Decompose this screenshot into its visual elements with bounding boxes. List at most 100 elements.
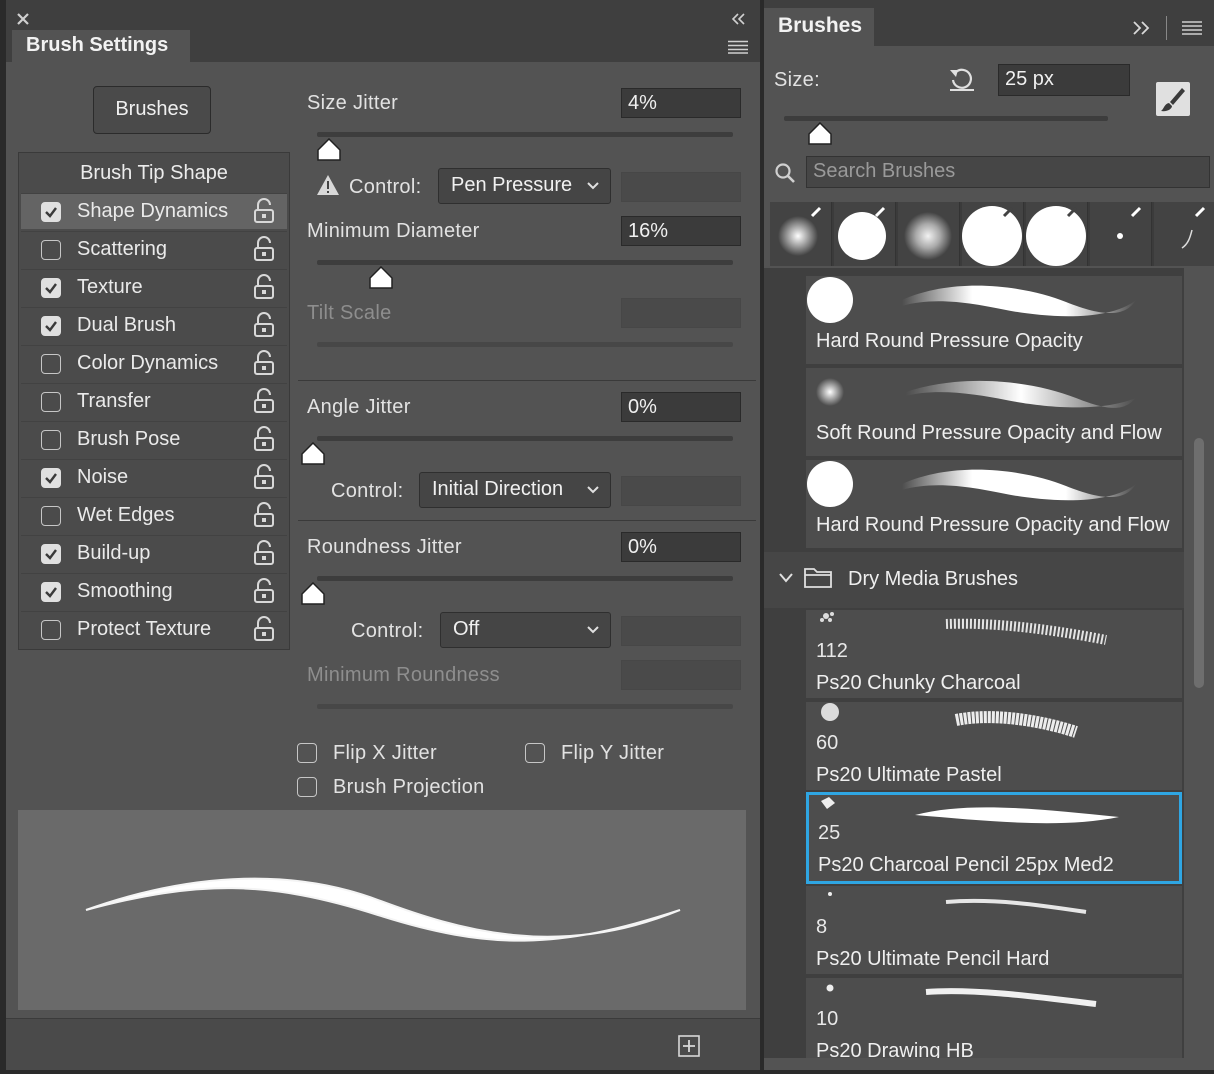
recent-brush-tip[interactable] (1090, 202, 1152, 266)
brush-list-scrollbar[interactable] (1188, 268, 1210, 1058)
brush-option-row[interactable]: Shape Dynamics (21, 193, 287, 229)
roundness-jitter-input[interactable]: 0% (621, 532, 741, 562)
brush-size: 112 (816, 640, 848, 662)
brush-item[interactable]: Hard Round Pressure Opacity and Flow (806, 460, 1182, 548)
brush-projection-checkbox[interactable] (297, 777, 317, 797)
brush-option-row[interactable]: Smoothing (21, 573, 287, 609)
divider (298, 520, 756, 521)
brush-item[interactable]: Soft Round Pressure Opacity and Flow (806, 368, 1182, 456)
option-checkbox[interactable] (41, 468, 61, 488)
brush-option-row[interactable]: Texture (21, 269, 287, 305)
lock-icon[interactable] (253, 502, 275, 528)
search-input[interactable]: Search Brushes (806, 156, 1210, 188)
brush-item[interactable]: 112 Ps20 Chunky Charcoal (806, 610, 1182, 698)
brush-option-row[interactable]: Transfer (21, 383, 287, 419)
expand-icon[interactable] (1132, 20, 1152, 36)
flip-y-checkbox[interactable] (525, 743, 545, 763)
brush-option-row[interactable]: Noise (21, 459, 287, 495)
reset-icon[interactable] (948, 66, 976, 92)
tab-brush-settings[interactable]: Brush Settings (12, 30, 190, 64)
brush-item[interactable]: 8 Ps20 Ultimate Pencil Hard (806, 886, 1182, 974)
roundness-jitter-slider[interactable] (317, 576, 733, 581)
panel-menu-icon[interactable] (1182, 20, 1202, 36)
brush-tip-shape-item[interactable]: Brush Tip Shape (19, 153, 289, 191)
brush-option-row[interactable]: Build-up (21, 535, 287, 571)
brush-folder-row[interactable]: Dry Media Brushes (764, 552, 1184, 608)
flip-x-checkbox[interactable] (297, 743, 317, 763)
option-checkbox[interactable] (41, 392, 61, 412)
lock-icon[interactable] (253, 274, 275, 300)
angle-jitter-slider[interactable] (317, 436, 733, 441)
option-checkbox[interactable] (41, 506, 61, 526)
brush-option-row[interactable]: Protect Texture (21, 611, 287, 647)
create-new-brush-icon[interactable] (678, 1035, 700, 1057)
brush-item[interactable]: Hard Round Pressure Opacity (806, 276, 1182, 364)
control-dropdown-pen[interactable]: Pen Pressure (438, 168, 611, 204)
brush-preview (820, 612, 1107, 645)
recent-brush-tip[interactable] (1154, 202, 1214, 266)
recent-brush-tip[interactable] (770, 202, 832, 266)
brush-tool-icon[interactable] (1156, 82, 1190, 116)
lock-icon[interactable] (253, 350, 275, 376)
lock-icon[interactable] (253, 464, 275, 490)
lock-icon[interactable] (253, 312, 275, 338)
bottom-bar (6, 1018, 760, 1070)
brush-option-row[interactable]: Scattering (21, 231, 287, 267)
tab-brushes[interactable]: Brushes (764, 8, 874, 46)
lock-icon[interactable] (253, 388, 275, 414)
brush-preview (807, 277, 1136, 323)
roundness-jitter-thumb[interactable] (300, 582, 326, 606)
min-diameter-slider[interactable] (317, 260, 733, 265)
brush-item[interactable]: 60 Ps20 Ultimate Pastel (806, 702, 1182, 790)
lock-icon[interactable] (253, 198, 275, 224)
size-jitter-thumb[interactable] (316, 138, 342, 162)
lock-icon[interactable] (253, 236, 275, 262)
lock-icon[interactable] (253, 578, 275, 604)
recent-brush-tip[interactable] (962, 202, 1024, 266)
recent-brush-tip[interactable] (1026, 202, 1088, 266)
min-diameter-thumb[interactable] (368, 266, 394, 290)
min-diameter-label: Minimum Diameter (307, 220, 480, 242)
brush-option-row[interactable]: Brush Pose (21, 421, 287, 457)
brush-name: Ps20 Ultimate Pastel (816, 764, 1002, 786)
angle-jitter-thumb[interactable] (300, 442, 326, 466)
brush-option-row[interactable]: Wet Edges (21, 497, 287, 533)
option-checkbox[interactable] (41, 354, 61, 374)
size-jitter-input[interactable]: 4% (621, 88, 741, 118)
option-checkbox[interactable] (41, 620, 61, 640)
option-checkbox[interactable] (41, 316, 61, 336)
size-slider-thumb[interactable] (807, 122, 833, 146)
panel-menu-icon[interactable] (728, 40, 748, 54)
option-checkbox[interactable] (41, 240, 61, 260)
size-jitter-slider[interactable] (317, 132, 733, 137)
size-input[interactable]: 25 px (998, 64, 1130, 96)
lock-icon[interactable] (253, 616, 275, 642)
chevron-down-icon[interactable] (778, 572, 794, 584)
min-diameter-input[interactable]: 16% (621, 216, 741, 246)
collapse-icon[interactable] (730, 12, 746, 26)
option-label: Shape Dynamics (77, 200, 229, 222)
option-checkbox[interactable] (41, 544, 61, 564)
lock-icon[interactable] (253, 540, 275, 566)
control-extra-field (621, 172, 741, 202)
min-roundness-input (621, 660, 741, 690)
brush-option-row[interactable]: Color Dynamics (21, 345, 287, 381)
recent-brush-tip[interactable] (834, 202, 896, 266)
brush-item-selected[interactable]: 25 Ps20 Charcoal Pencil 25px Med2 (806, 792, 1182, 884)
scrollbar-thumb[interactable] (1194, 438, 1204, 688)
option-checkbox[interactable] (41, 278, 61, 298)
size-slider[interactable] (784, 116, 1108, 121)
recent-brush-tip[interactable] (898, 202, 960, 266)
brushes-button[interactable]: Brushes (93, 86, 211, 134)
brush-item[interactable]: 10 Ps20 Drawing HB (806, 978, 1182, 1058)
brush-size: 60 (816, 732, 839, 754)
lock-icon[interactable] (253, 426, 275, 452)
option-checkbox[interactable] (41, 430, 61, 450)
control-dropdown-direction[interactable]: Initial Direction (419, 472, 611, 508)
angle-jitter-input[interactable]: 0% (621, 392, 741, 422)
brush-option-row[interactable]: Dual Brush (21, 307, 287, 343)
option-checkbox[interactable] (41, 202, 61, 222)
option-checkbox[interactable] (41, 582, 61, 602)
close-icon[interactable] (16, 12, 30, 26)
control-dropdown-off[interactable]: Off (440, 612, 611, 648)
